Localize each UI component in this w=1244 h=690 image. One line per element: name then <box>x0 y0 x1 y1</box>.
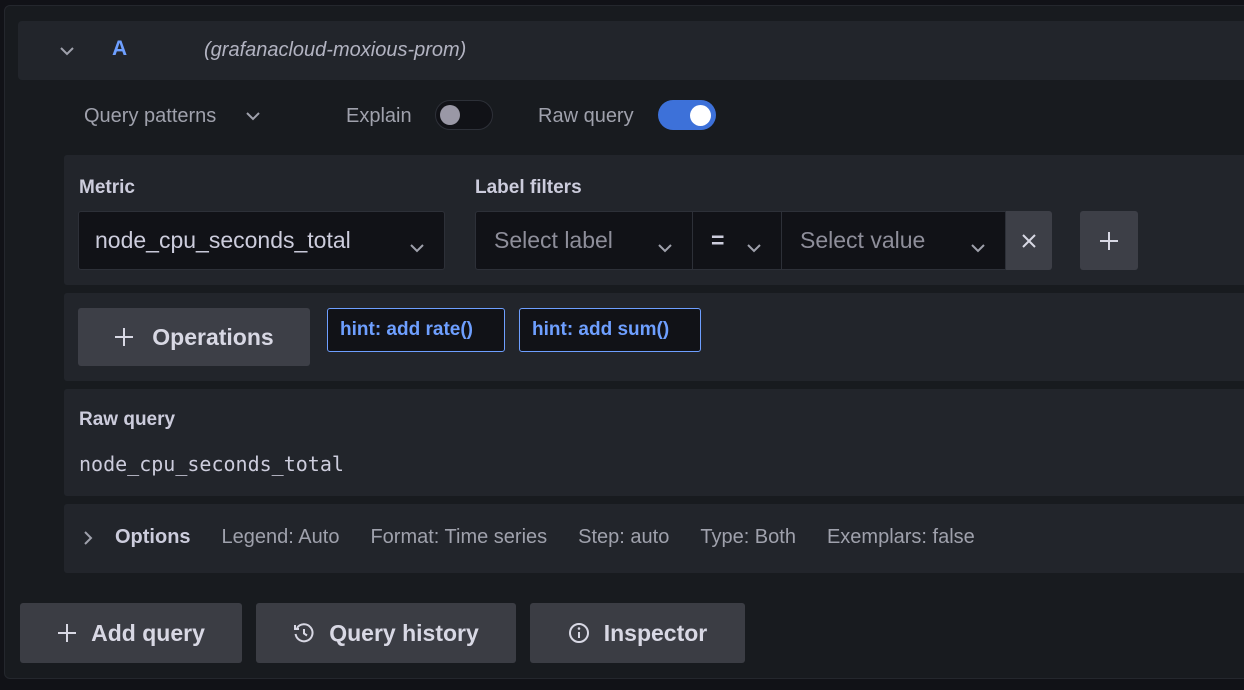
plus-icon <box>1100 231 1118 250</box>
option-type: Type: Both <box>700 526 796 548</box>
explain-label: Explain <box>346 105 412 127</box>
value-select[interactable]: Select value <box>782 211 1006 270</box>
raw-query-section: Raw query node_cpu_seconds_total <box>64 389 1244 496</box>
collapse-query-button[interactable] <box>57 41 77 61</box>
chevron-down-icon <box>747 244 761 253</box>
operations-section: Operations hint: add rate() hint: add su… <box>64 293 1244 381</box>
query-ref-id[interactable]: A <box>112 37 127 61</box>
query-toolbar: Query patterns Explain Raw query <box>0 96 1244 138</box>
option-format: Format: Time series <box>370 526 548 548</box>
explain-toggle[interactable] <box>435 100 493 130</box>
chevron-right-icon <box>84 530 93 545</box>
label-select-placeholder: Select label <box>494 227 613 253</box>
query-patterns-label: Query patterns <box>84 105 217 127</box>
history-icon <box>294 623 314 643</box>
label-select[interactable]: Select label <box>475 211 693 270</box>
query-patterns-dropdown[interactable]: Query patterns <box>84 105 261 128</box>
hint-add-rate-button[interactable]: hint: add rate() <box>327 308 505 352</box>
metric-value: node_cpu_seconds_total <box>95 227 351 253</box>
add-query-button[interactable]: Add query <box>20 603 242 663</box>
option-legend: Legend: Auto <box>221 526 340 548</box>
add-label-filter-button[interactable] <box>1080 211 1138 270</box>
metric-section: Metric node_cpu_seconds_total Label filt… <box>64 155 1244 285</box>
add-operation-button[interactable]: Operations <box>78 308 310 366</box>
chevron-down-icon <box>410 244 424 253</box>
add-query-label: Add query <box>91 619 205 646</box>
plus-icon <box>58 624 77 642</box>
chevron-down-icon <box>246 112 261 121</box>
chevron-down-icon <box>60 46 74 55</box>
raw-query-toggle[interactable] <box>658 100 716 130</box>
raw-query-title: Raw query <box>79 409 176 430</box>
options-title: Options <box>115 526 191 548</box>
operator-select[interactable]: = <box>693 211 782 270</box>
query-history-label: Query history <box>329 619 479 646</box>
options-section: Options Legend: Auto Format: Time series… <box>64 504 1244 573</box>
inspector-label: Inspector <box>603 619 708 646</box>
chevron-down-icon <box>971 244 985 253</box>
chevron-down-icon <box>658 244 672 253</box>
operations-label: Operations <box>152 323 274 350</box>
toggle-knob <box>690 105 711 126</box>
plus-icon <box>115 328 134 346</box>
metric-label: Metric <box>79 177 135 198</box>
options-toggle[interactable]: Options Legend: Auto Format: Time series… <box>84 526 1006 549</box>
close-icon <box>1022 233 1036 248</box>
query-header[interactable]: A (grafanacloud-moxious-prom) <box>18 21 1244 80</box>
label-filters-label: Label filters <box>475 177 582 198</box>
operator-value: = <box>711 227 725 253</box>
toggle-knob <box>440 105 460 125</box>
option-step: Step: auto <box>578 526 670 548</box>
metric-select[interactable]: node_cpu_seconds_total <box>78 211 445 270</box>
value-select-placeholder: Select value <box>800 227 926 253</box>
raw-query-text: node_cpu_seconds_total <box>79 452 344 476</box>
label-filter: Select label = Select value <box>475 211 1052 270</box>
info-icon <box>568 623 589 643</box>
inspector-button[interactable]: Inspector <box>530 603 745 663</box>
datasource-name: (grafanacloud-moxious-prom) <box>204 39 467 61</box>
option-exemplars: Exemplars: false <box>826 526 975 548</box>
hint-add-sum-button[interactable]: hint: add sum() <box>519 308 701 352</box>
query-history-button[interactable]: Query history <box>256 603 516 663</box>
raw-query-label: Raw query <box>538 105 634 127</box>
remove-label-filter-button[interactable] <box>1006 211 1052 270</box>
